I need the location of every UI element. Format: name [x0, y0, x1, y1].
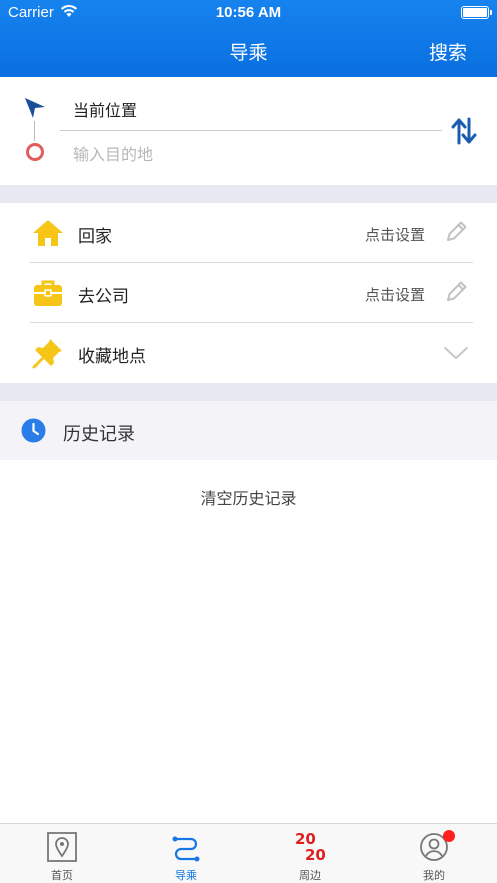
route-input-panel: 当前位置	[0, 77, 497, 185]
place-label-company: 去公司	[78, 287, 129, 307]
tab-guide-label: 导乘	[175, 869, 197, 882]
route-connector-line	[34, 121, 35, 141]
edit-pencil-icon[interactable]	[445, 219, 469, 243]
tab-guide[interactable]: 导乘	[124, 824, 248, 883]
pin-icon	[32, 339, 62, 369]
swap-direction-icon[interactable]	[451, 117, 477, 145]
tab-mine[interactable]: 我的	[372, 824, 496, 883]
tab-home-label: 首页	[51, 869, 73, 882]
history-header: 历史记录	[0, 401, 497, 460]
destination-input[interactable]	[73, 141, 413, 167]
route-divider	[60, 130, 442, 131]
navigation-arrow-icon	[25, 98, 45, 118]
briefcase-icon	[34, 280, 62, 306]
chevron-down-icon[interactable]	[443, 345, 469, 361]
start-location-field[interactable]: 当前位置	[73, 97, 137, 121]
place-row-home[interactable]: 回家 点击设置	[30, 203, 473, 263]
year-2020-icon: 20 20	[291, 831, 329, 865]
map-pin-icon	[47, 832, 77, 862]
quick-places-list: 回家 点击设置 去公司 点击设置 收藏地点	[0, 203, 497, 383]
section-gap	[0, 185, 497, 203]
section-gap	[0, 383, 497, 401]
search-button[interactable]: 搜索	[429, 38, 467, 65]
history-title: 历史记录	[63, 424, 135, 445]
place-label-home: 回家	[78, 227, 112, 247]
notification-badge	[443, 830, 455, 842]
destination-marker-icon	[26, 143, 44, 161]
clock-icon	[21, 418, 46, 443]
home-icon	[33, 220, 63, 246]
status-time: 10:56 AM	[215, 4, 282, 21]
clear-history-button[interactable]: 清空历史记录	[0, 485, 497, 509]
place-row-favorites[interactable]: 收藏地点	[30, 323, 473, 383]
edit-pencil-icon[interactable]	[445, 279, 469, 303]
set-company-link[interactable]: 点击设置	[365, 284, 425, 305]
route-icon	[172, 836, 200, 862]
page-title: 导乘	[229, 42, 268, 64]
status-bar: Carrier 10:56 AM	[0, 0, 497, 26]
top-header: Carrier 10:56 AM 导乘 搜索	[0, 0, 497, 77]
place-label-favorites: 收藏地点	[78, 347, 146, 367]
year-icon-bottom-text: 20	[305, 846, 326, 864]
tab-mine-label: 我的	[423, 869, 445, 882]
tab-home[interactable]: 首页	[0, 824, 124, 883]
bottom-tab-bar: 首页 导乘 20 20 周边 我的	[0, 823, 497, 883]
tab-nearby-label: 周边	[299, 869, 321, 882]
set-home-link[interactable]: 点击设置	[365, 224, 425, 245]
year-icon-top-text: 20	[295, 830, 316, 848]
place-row-company[interactable]: 去公司 点击设置	[30, 263, 473, 323]
tab-nearby[interactable]: 20 20 周边	[248, 824, 372, 883]
battery-icon	[461, 6, 492, 19]
